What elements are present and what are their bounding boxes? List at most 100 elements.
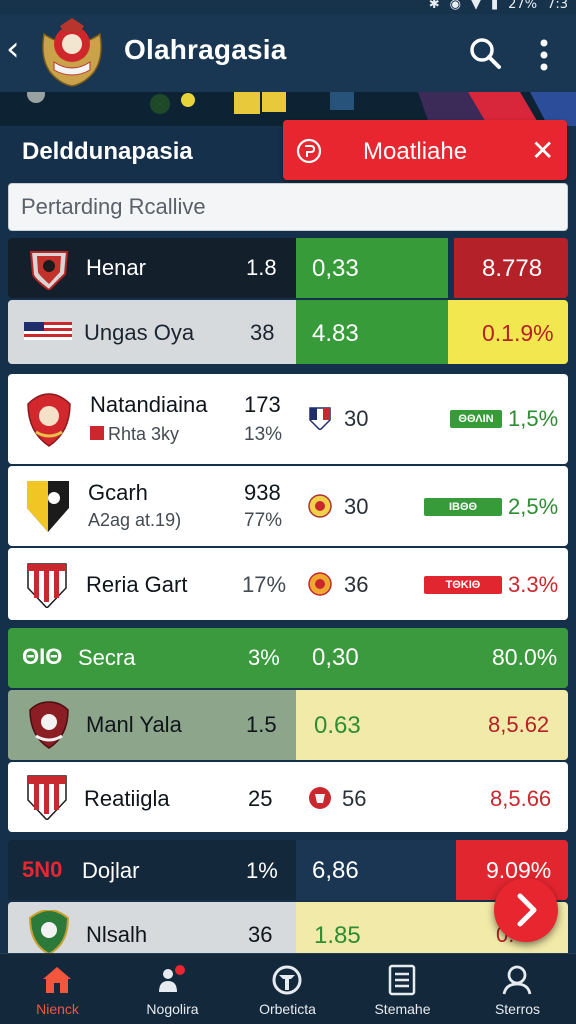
nav-list[interactable]: Stemahe — [345, 954, 460, 1024]
odds-value[interactable]: 1.85 — [314, 922, 361, 950]
team-stat: 173 — [244, 392, 281, 417]
match-count: 30 — [344, 406, 369, 431]
team-crest — [28, 910, 70, 953]
table-row[interactable]: Gcarh A2ag at.19) 938 77% 30 ΙΒΘΘ 2,5% — [8, 466, 568, 546]
odds-value[interactable]: 6,86 — [312, 857, 359, 885]
wifi-icon: ▼ — [471, 0, 482, 12]
team-crest — [27, 481, 69, 532]
team-subtitle: Rhta 3ky — [108, 424, 180, 444]
flag-icon — [90, 426, 104, 440]
app-bar: ‹ Olahragasia — [0, 14, 576, 92]
team-crest-logo — [42, 18, 102, 87]
bluetooth-icon: ✱ — [428, 0, 440, 12]
nav-user[interactable]: Sterros — [460, 954, 575, 1024]
odds-right[interactable]: 3.3% — [508, 572, 558, 598]
home-icon — [43, 967, 71, 993]
table-row[interactable]: Nlsalh 36 1.85 0. — [8, 902, 568, 953]
battery-icon: ▮ — [491, 0, 499, 12]
table-row[interactable]: Manl Yala 1.5 0.63 8,5.62 — [8, 690, 568, 760]
match-count: 56 — [342, 786, 367, 811]
nav-label: Nienck — [36, 1001, 79, 1017]
section-title: Delddunapasia — [22, 138, 193, 165]
team-logo — [29, 251, 69, 290]
search-icon[interactable] — [468, 36, 502, 70]
team-stat: 36 — [248, 922, 273, 947]
team-name: Manl Yala — [86, 712, 182, 737]
team-crest — [27, 393, 71, 447]
team-name: Natandiaina — [90, 392, 208, 417]
team-crest — [27, 563, 67, 608]
team-badge-icon — [309, 787, 331, 809]
close-icon[interactable]: ✕ — [531, 134, 554, 167]
search-field[interactable] — [8, 183, 568, 231]
table-row[interactable]: Reria Gart 17% 36 ΤΘΚΙΘ 3.3% — [8, 548, 568, 620]
team-badge-icon — [308, 572, 332, 596]
team-stat: 1.5 — [246, 712, 277, 737]
alarm-icon: ◉ — [449, 0, 462, 12]
team-percent: 13% — [244, 424, 283, 445]
team-crest — [27, 775, 67, 820]
status-bar: ✱ ◉ ▼ ▮ 27% 7:3 — [0, 0, 576, 14]
odds-value[interactable]: 4.83 — [312, 320, 359, 348]
trend-badge: ΤΘΚΙΘ — [424, 576, 502, 594]
team-name: Dojlar — [82, 858, 140, 883]
team-stat: 38 — [250, 320, 275, 345]
team-name: Ungas Oya — [84, 320, 195, 345]
nav-label: Nogolira — [146, 1001, 199, 1017]
clock: 7:3 — [547, 0, 568, 12]
table-row[interactable]: Henar 1.8 0,33 8.778 — [8, 238, 568, 298]
trend-badge: ΘΘΛΙΝ — [450, 410, 502, 428]
nav-label: Sterros — [494, 1001, 541, 1017]
team-name: Gcarh — [88, 480, 148, 505]
team-stat: 17% — [242, 572, 287, 597]
odds-right[interactable]: 8,5.62 — [488, 712, 549, 738]
odds-right[interactable]: 0.1.9% — [482, 320, 554, 347]
team-subtitle: A2ag at.19) — [88, 510, 182, 530]
promo-banner[interactable]: Moatliahe ✕ — [283, 120, 567, 180]
odds-right[interactable]: 8.778 — [482, 255, 542, 283]
odds-right[interactable]: 1,5% — [508, 406, 558, 432]
table-row[interactable]: ΘΙΘ Secra 3% 0,30 80.0% — [8, 628, 568, 688]
next-fab-button[interactable] — [494, 878, 558, 942]
trend-badge: ΙΒΘΘ — [424, 498, 502, 516]
flag-badge-icon — [309, 407, 331, 430]
odds-value[interactable]: 0.63 — [314, 712, 361, 740]
back-icon[interactable]: ‹ — [6, 32, 20, 66]
nav-shield[interactable]: Orbeticta — [230, 954, 345, 1024]
nav-people[interactable]: Nogolira — [115, 954, 230, 1024]
team-stat: 938 — [244, 480, 281, 505]
promo-label: Moatliahe — [363, 138, 468, 165]
nav-label: Orbeticta — [259, 1001, 316, 1017]
flag-icon — [24, 322, 72, 340]
team-code: ΘΙΘ — [22, 644, 63, 669]
shield-icon — [272, 965, 302, 995]
team-badge-icon — [308, 494, 332, 518]
odds-right[interactable]: 80.0% — [492, 644, 557, 671]
user-icon — [502, 965, 532, 995]
table-row[interactable]: Reatiigla 25 56 8,5.66 — [8, 762, 568, 832]
odds-value[interactable]: 0,30 — [312, 644, 359, 672]
refresh-icon — [296, 138, 322, 164]
search-input[interactable] — [9, 184, 567, 230]
nav-home[interactable]: Nienck — [0, 954, 115, 1024]
team-name: Reria Gart — [86, 572, 188, 597]
table-row[interactable]: Ungas Oya 38 4.83 0.1.9% — [8, 300, 568, 364]
table-row[interactable]: Natandiaina Rhta 3ky 173 13% 30 ΘΘΛΙΝ 1,… — [8, 374, 568, 464]
team-stat: 1.8 — [246, 255, 277, 280]
nav-label: Stemahe — [374, 1001, 431, 1017]
bottom-navigation: Nienck Nogolira Orbeticta Stemahe Sterro… — [0, 953, 576, 1024]
team-name: Nlsalh — [86, 922, 148, 947]
odds-value[interactable]: 0,33 — [312, 255, 359, 283]
team-stat: 1% — [246, 858, 278, 883]
odds-right[interactable]: 2,5% — [508, 494, 558, 520]
table-row[interactable]: 5N0 Dojlar 1% 6,86 9.09% — [8, 840, 568, 900]
odds-right[interactable]: 8,5.66 — [490, 786, 551, 812]
more-options-icon[interactable] — [534, 38, 554, 72]
team-name: Henar — [86, 255, 146, 280]
match-count: 30 — [344, 494, 369, 519]
people-icon — [159, 965, 185, 992]
list-icon — [388, 964, 416, 996]
app-title: Olahragasia — [124, 34, 287, 65]
battery-level: 27% — [508, 0, 538, 12]
team-name: Reatiigla — [84, 786, 170, 811]
